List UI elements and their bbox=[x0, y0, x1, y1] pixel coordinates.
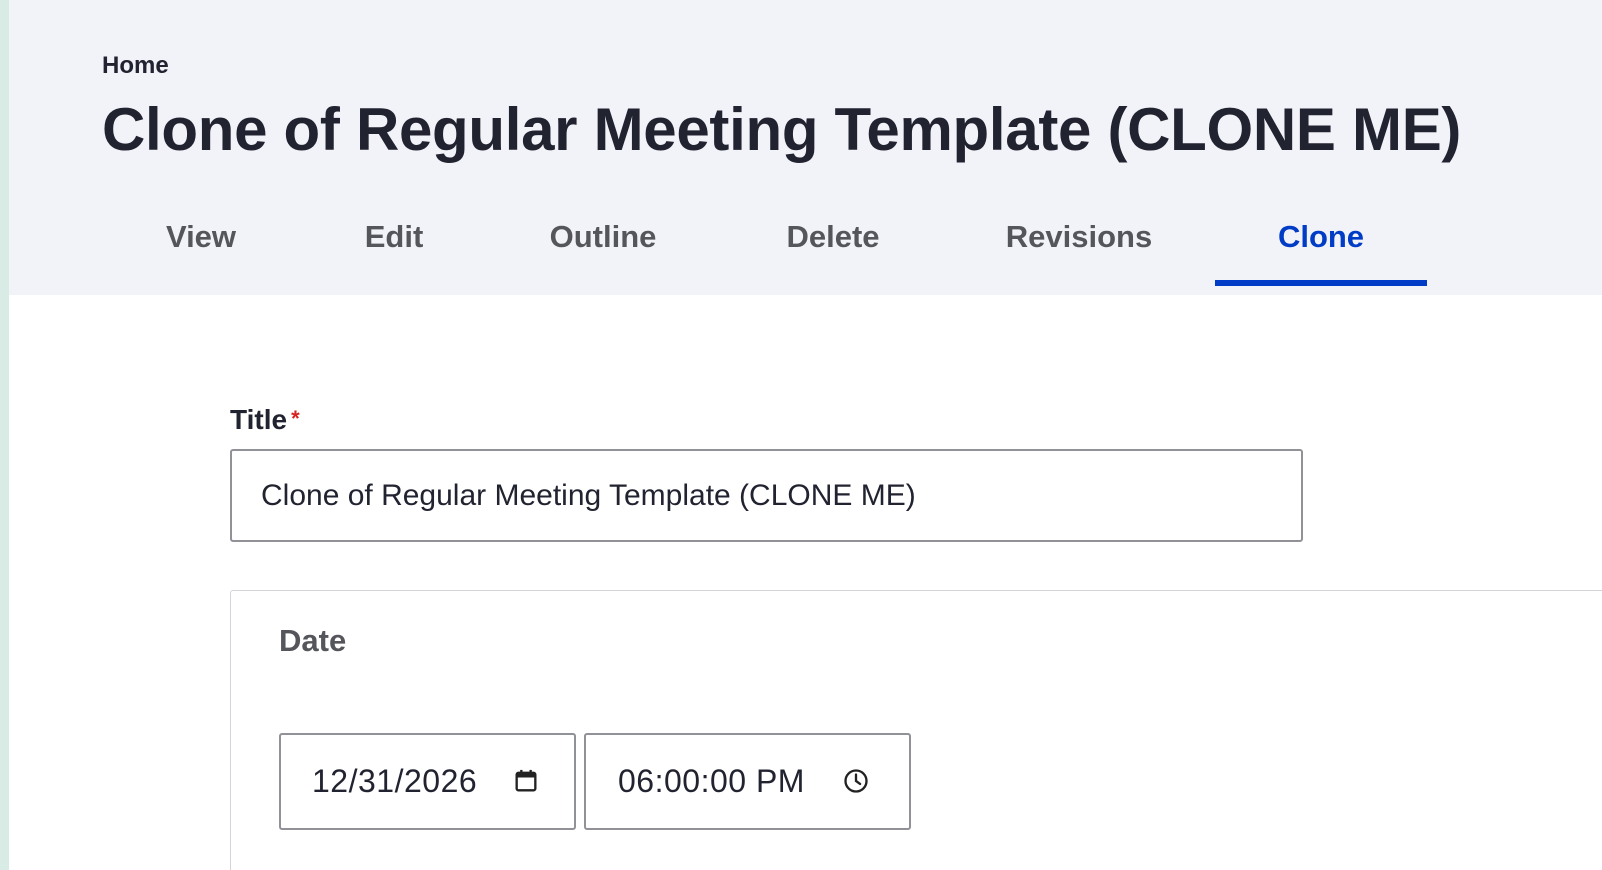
page-header: Home Clone of Regular Meeting Template (… bbox=[9, 0, 1602, 295]
left-edge-strip bbox=[0, 0, 9, 870]
date-input-value: 12/31/2026 bbox=[312, 763, 478, 799]
tab-view[interactable]: View bbox=[139, 205, 263, 285]
required-marker: * bbox=[291, 406, 300, 431]
time-input[interactable]: 06:00:00 PM bbox=[584, 733, 911, 830]
tab-revisions[interactable]: Revisions bbox=[979, 205, 1179, 285]
tab-delete[interactable]: Delete bbox=[757, 205, 909, 285]
date-fieldset-legend: Date bbox=[279, 623, 347, 658]
page: Home Clone of Regular Meeting Template (… bbox=[0, 0, 1602, 870]
clock-icon[interactable] bbox=[841, 766, 871, 796]
title-input[interactable] bbox=[230, 449, 1303, 542]
calendar-icon[interactable] bbox=[511, 766, 541, 796]
page-title: Clone of Regular Meeting Template (CLONE… bbox=[102, 96, 1462, 163]
date-fieldset: Date 12/31/2026 06:00:00 PM bbox=[230, 590, 1602, 870]
tab-edit[interactable]: Edit bbox=[337, 205, 451, 285]
tab-outline[interactable]: Outline bbox=[519, 205, 687, 285]
tab-clone[interactable]: Clone bbox=[1215, 205, 1427, 286]
primary-tabs: View Edit Outline Delete Revisions Clone bbox=[9, 205, 1602, 295]
time-input-value: 06:00:00 PM bbox=[618, 763, 805, 799]
breadcrumb-home-link[interactable]: Home bbox=[102, 52, 169, 80]
date-input[interactable]: 12/31/2026 bbox=[279, 733, 576, 830]
title-field-label: Title * bbox=[230, 404, 300, 436]
title-label-text: Title bbox=[230, 404, 288, 435]
